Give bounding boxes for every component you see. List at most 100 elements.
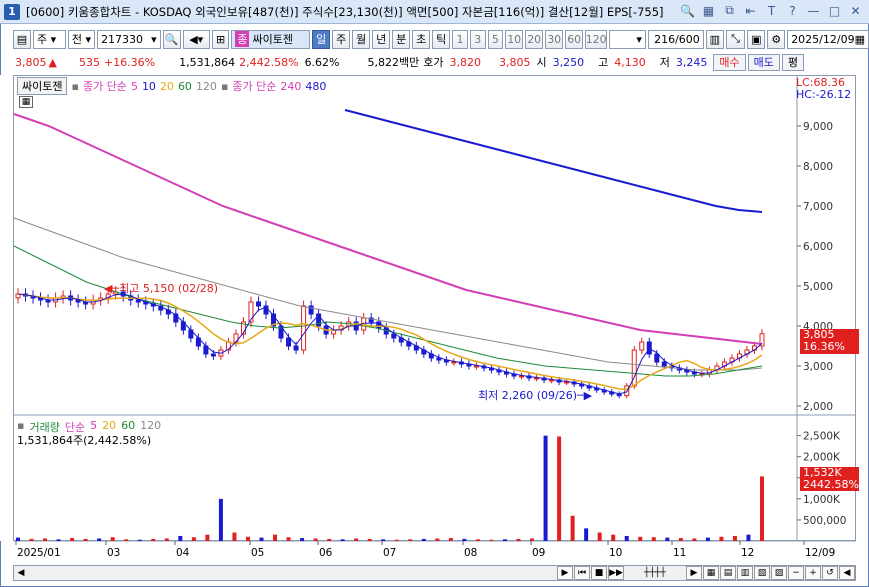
volume-bar [367, 538, 372, 541]
volume-bar [29, 538, 34, 541]
candle-body [473, 365, 479, 368]
low-annotation: 최저 2,260 (09/26)─▶ [478, 387, 592, 403]
volume-bar [300, 538, 305, 541]
layout-icon-2[interactable]: ▤ [720, 566, 736, 580]
candle-body [646, 341, 652, 355]
volume-bar [151, 538, 156, 541]
volume-bar [205, 534, 210, 541]
volume-bar [475, 539, 480, 541]
volume-bar [719, 536, 724, 541]
volume-bar [70, 538, 75, 541]
candle-body [661, 361, 667, 367]
rewind-icon[interactable]: ⏮ [574, 566, 590, 580]
candle-body [451, 361, 457, 364]
volume-bar [705, 537, 710, 541]
volume-bar [191, 537, 196, 541]
bottom-scrollbar[interactable]: ◀ ▶ ⏮ ■ ▶▶ ┼┼┼┼ ▶ ▦ ▤ ▥ ▧ ▨ − + ↺ ◀ [13, 565, 856, 581]
volume-bar [448, 538, 453, 541]
zoom-out-icon[interactable]: − [788, 566, 804, 580]
high-annotation-text: 최고 5,150 (02/28) [119, 282, 219, 295]
date-axis-label: 06 [319, 547, 333, 559]
play-icon[interactable]: ▶ [557, 566, 573, 580]
volume-bar [624, 535, 629, 541]
left-arrow-icon: ◀─ [104, 282, 120, 295]
volume-axis-label: 2,000K [803, 452, 841, 464]
scroll-right-icon[interactable]: ▶ [686, 566, 702, 580]
volume-axis-label: 2,500K [803, 431, 841, 443]
date-axis-label: 08 [464, 547, 477, 559]
reset-icon[interactable]: ↺ [822, 566, 838, 580]
ma480-line [344, 109, 763, 213]
price-axis-label: 7,000 [803, 201, 833, 213]
volume-bar [611, 534, 616, 541]
stop-icon[interactable]: ■ [591, 566, 607, 580]
date-axis-label: 12/09 [805, 547, 835, 559]
volume-bar [502, 539, 507, 541]
candle-body [301, 305, 307, 351]
layout-icon-3[interactable]: ▥ [737, 566, 753, 580]
layout-icon-1[interactable]: ▦ [703, 566, 719, 580]
zoom-in-icon[interactable]: + [805, 566, 821, 580]
candle-body [639, 341, 645, 351]
volume-bar [340, 539, 345, 541]
volume-bar [16, 537, 20, 541]
volume-bar [489, 539, 494, 541]
volume-bar [354, 538, 359, 541]
candle-body [210, 353, 216, 357]
volume-bar [381, 539, 386, 541]
legend-ma10: 10 [141, 79, 156, 93]
current-price-box: 3,805 16.36% [800, 329, 859, 354]
layout-icon-4[interactable]: ▧ [754, 566, 770, 580]
legend-ma60: 60 [177, 79, 192, 93]
volume-bar [462, 538, 467, 541]
forward-icon[interactable]: ▶▶ [608, 566, 624, 580]
candle-body [549, 379, 555, 382]
date-axis-label: 11 [673, 547, 686, 559]
volume-legend-value: 1,531,864주(2,442.58%) [17, 434, 152, 447]
date-axis-label: 03 [107, 547, 120, 559]
legend-ma-label: 종가 단순 [82, 80, 127, 93]
volume-bar [746, 534, 751, 541]
volume-bar [435, 538, 440, 541]
legend-stock-name[interactable]: 싸이토젠 [17, 77, 68, 95]
expand-icon[interactable]: ◀ [839, 566, 855, 580]
volume-axis-label: 1,000K [803, 494, 841, 506]
volume-bar [245, 536, 250, 541]
volume-bar [584, 528, 589, 541]
legend-ma5: 5 [130, 79, 138, 93]
speed-slider[interactable]: ┼┼┼┼ [625, 566, 685, 580]
price-axis-label: 8,000 [803, 161, 833, 173]
volume-bar [313, 538, 318, 541]
table-icon[interactable]: ▦ [19, 96, 33, 108]
volume-bar [421, 538, 426, 541]
volume-bar [232, 532, 237, 541]
ma60-line [13, 245, 763, 377]
layout-icon-5[interactable]: ▨ [771, 566, 787, 580]
volume-bar [651, 537, 656, 541]
volume-bar [178, 535, 183, 541]
volume-bar [43, 538, 48, 541]
volume-bar [530, 538, 535, 541]
price-legend: 싸이토젠 ▪ 종가 단순 5 10 20 60 120 ▪ 종가 단순 240 … [17, 77, 326, 95]
candle-body [293, 345, 299, 351]
candle-body [308, 305, 314, 315]
legend-ma-long-label: 종가 단순 [232, 80, 277, 93]
price-axis-label: 2,000 [803, 401, 833, 413]
date-axis-label: 07 [383, 547, 396, 559]
date-axis-label: 09 [532, 547, 545, 559]
hc-value: HC:-26.12 [796, 88, 852, 101]
date-axis-label: 04 [176, 547, 190, 559]
volume-bar [732, 535, 737, 541]
volume-bar [394, 539, 399, 541]
right-arrow-icon: ─▶ [577, 389, 593, 402]
volume-bar [665, 537, 670, 541]
volume-bar [760, 476, 764, 541]
scroll-controls: ▶ ⏮ ■ ▶▶ ┼┼┼┼ ▶ ▦ ▤ ▥ ▧ ▨ − + ↺ ◀ [557, 566, 855, 580]
date-axis-label: 2025/01 [17, 547, 61, 559]
low-annotation-text: 최저 2,260 (09/26) [478, 389, 578, 402]
legend-ma240: 240 [280, 79, 302, 93]
scroll-left-icon[interactable]: ◀ [14, 566, 28, 580]
volume-bar [327, 538, 332, 541]
volume-bar [597, 532, 602, 541]
volume-bar [56, 539, 61, 541]
